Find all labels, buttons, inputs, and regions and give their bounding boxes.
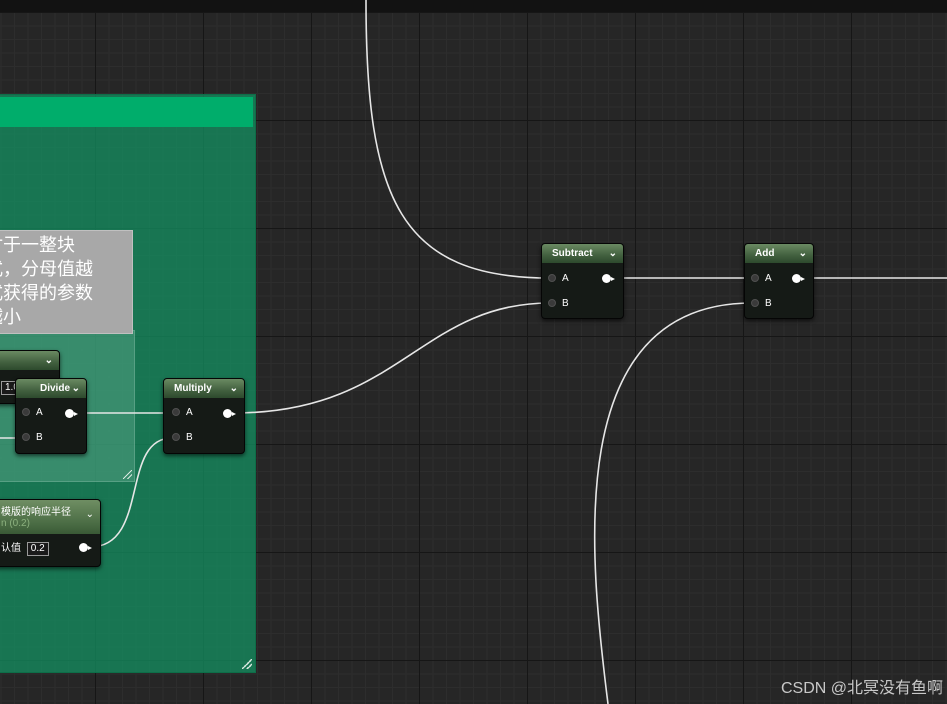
output-pin-icon[interactable] <box>223 409 236 418</box>
output-pin-icon[interactable] <box>79 543 92 552</box>
input-pin-b[interactable]: B <box>548 297 569 311</box>
input-pin-a[interactable]: A <box>22 406 43 420</box>
input-pin-icon[interactable] <box>751 274 759 283</box>
input-pin-b[interactable]: B <box>172 431 193 445</box>
input-pin-a[interactable]: A <box>751 272 772 286</box>
subtract-node[interactable]: Subtract ⌄ A B <box>541 243 624 319</box>
pin-label: A <box>186 407 193 418</box>
comment-header[interactable] <box>0 97 253 127</box>
comment-note[interactable]: 讨于一整块 式，分母值越 式获得的参数 越小 <box>0 230 133 334</box>
add-node[interactable]: Add ⌄ A B <box>744 243 814 319</box>
input-pin-b[interactable]: B <box>751 297 772 311</box>
chevron-down-icon[interactable]: ⌄ <box>609 244 617 263</box>
input-pin-icon[interactable] <box>172 433 180 442</box>
node-title: Divide <box>40 383 71 394</box>
wire <box>233 302 551 414</box>
resize-handle-icon[interactable] <box>123 470 132 479</box>
input-pin-icon[interactable] <box>548 274 556 283</box>
input-pin-icon[interactable] <box>172 408 180 417</box>
chevron-down-icon[interactable]: ⌄ <box>799 244 807 263</box>
input-pin-a[interactable]: A <box>172 406 193 420</box>
divide-node[interactable]: Divide ⌄ A B <box>15 378 87 454</box>
chevron-down-icon[interactable]: ⌄ <box>230 379 238 398</box>
pin-label: A <box>765 273 772 284</box>
input-pin-icon[interactable] <box>22 408 30 417</box>
chevron-down-icon[interactable]: ⌄ <box>45 351 53 370</box>
watermark: CSDN @北冥没有鱼啊 <box>780 680 943 697</box>
output-pin-icon[interactable] <box>792 274 805 283</box>
default-value-label: 认值 <box>1 543 21 554</box>
note-line: 式获得的参数 <box>0 283 93 303</box>
pin-label: A <box>36 407 43 418</box>
param-subtitle: n (0.2) <box>1 518 30 529</box>
input-pin-a[interactable]: A <box>548 272 569 286</box>
pin-label: B <box>36 432 43 443</box>
input-pin-b[interactable]: B <box>22 431 43 445</box>
default-value-field[interactable]: 0.2 <box>26 542 49 556</box>
node-title: Add <box>755 248 775 259</box>
note-line: 式，分母值越 <box>0 259 93 279</box>
chevron-down-icon[interactable]: ⌄ <box>86 509 94 520</box>
pin-label: B <box>562 298 569 309</box>
node-title: Multiply <box>174 383 212 394</box>
param-title: 模版的响应半径 <box>1 507 71 518</box>
note-line: 讨于一整块 <box>0 235 75 255</box>
wire <box>593 302 753 704</box>
scalar-parameter-node[interactable]: 模版的响应半径 n (0.2) ⌄ 认值 0.2 <box>0 499 101 567</box>
input-pin-icon[interactable] <box>548 299 556 308</box>
multiply-node[interactable]: Multiply ⌄ A B <box>163 378 245 454</box>
pin-label: B <box>186 432 193 443</box>
chevron-down-icon[interactable]: ⌄ <box>72 379 80 398</box>
note-line: 越小 <box>0 307 21 327</box>
wire <box>365 0 551 279</box>
resize-handle-icon[interactable] <box>242 659 252 669</box>
pin-label: A <box>562 273 569 284</box>
output-pin-icon[interactable] <box>65 409 78 418</box>
graph-top-bar <box>0 0 947 12</box>
node-title: Subtract <box>552 248 593 259</box>
input-pin-icon[interactable] <box>751 299 759 308</box>
output-pin-icon[interactable] <box>602 274 615 283</box>
pin-label: B <box>765 298 772 309</box>
input-pin-icon[interactable] <box>22 433 30 442</box>
